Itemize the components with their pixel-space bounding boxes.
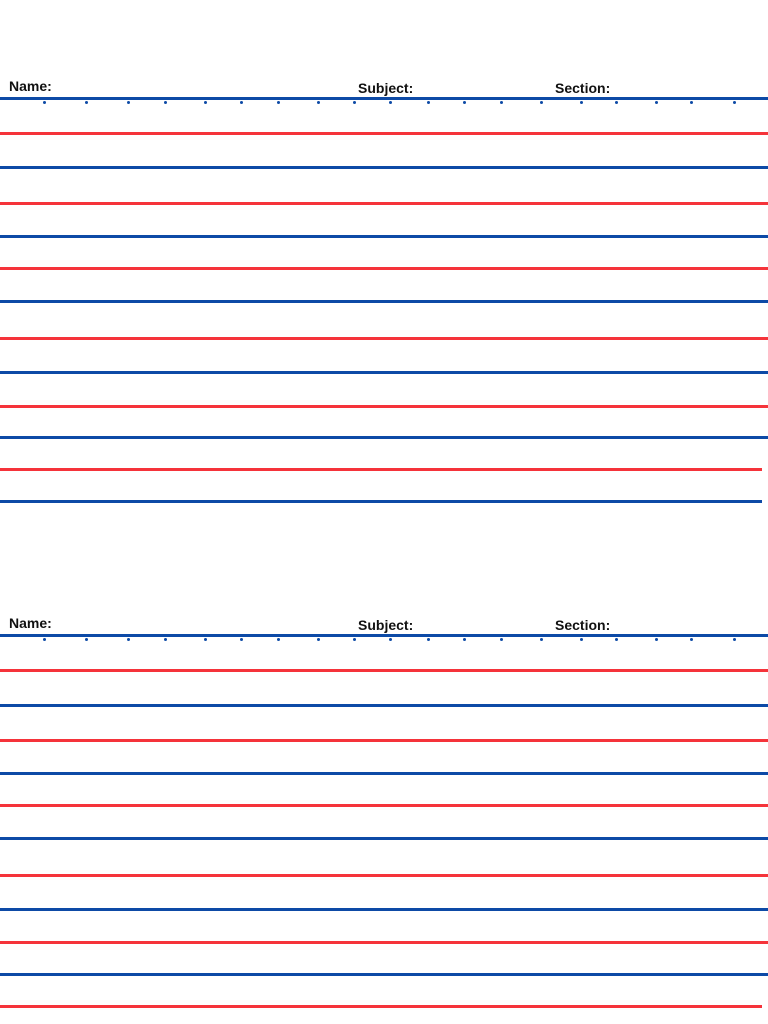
tick-dot [463, 101, 466, 104]
tick-dot [690, 638, 693, 641]
worksheet-bottom: Name: Subject: Section: [0, 0, 768, 633]
blue-guide-line [0, 500, 762, 503]
tick-dot [353, 638, 356, 641]
blue-guide-line [0, 436, 768, 439]
tick-dot [277, 101, 280, 104]
blue-guide-line [0, 371, 768, 374]
blue-guide-line [0, 634, 768, 637]
tick-dot [500, 638, 503, 641]
tick-dot [463, 638, 466, 641]
tick-dot [540, 638, 543, 641]
blue-guide-line [0, 704, 768, 707]
tick-dot [580, 101, 583, 104]
tick-dot [655, 638, 658, 641]
tick-dot [580, 638, 583, 641]
red-guide-line [0, 874, 768, 877]
red-guide-line [0, 468, 762, 471]
red-guide-line [0, 739, 768, 742]
blue-guide-line [0, 300, 768, 303]
tick-dot [389, 101, 392, 104]
red-guide-line [0, 405, 768, 408]
tick-dot [240, 638, 243, 641]
blue-guide-line [0, 772, 768, 775]
tick-dot [43, 101, 46, 104]
red-guide-line [0, 267, 768, 270]
tick-dot [127, 101, 130, 104]
tick-dot [240, 101, 243, 104]
red-guide-line [0, 337, 768, 340]
tick-dot [733, 638, 736, 641]
tick-dot [427, 638, 430, 641]
blue-guide-line [0, 908, 768, 911]
red-guide-line [0, 804, 768, 807]
tick-dot [733, 101, 736, 104]
tick-dot [164, 638, 167, 641]
section-label: Section: [555, 617, 611, 633]
tick-dot [127, 638, 130, 641]
subject-label: Subject: [358, 617, 414, 633]
tick-dot [277, 638, 280, 641]
tick-dot [615, 101, 618, 104]
tick-dot [389, 638, 392, 641]
red-guide-line [0, 132, 768, 135]
blue-guide-line [0, 973, 768, 976]
red-guide-line [0, 202, 768, 205]
blue-guide-line [0, 166, 768, 169]
tick-dot [427, 101, 430, 104]
tick-dot [353, 101, 356, 104]
red-guide-line [0, 669, 768, 672]
tick-dot [204, 638, 207, 641]
tick-dot [540, 101, 543, 104]
tick-dot [85, 638, 88, 641]
tick-dot [615, 638, 618, 641]
tick-dot [164, 101, 167, 104]
tick-dot [85, 101, 88, 104]
tick-dot [655, 101, 658, 104]
tick-dot [317, 101, 320, 104]
blue-guide-line [0, 837, 768, 840]
name-label: Name: [9, 615, 52, 631]
blue-guide-line [0, 235, 768, 238]
tick-dot [43, 638, 46, 641]
red-guide-line [0, 941, 768, 944]
tick-dot [204, 101, 207, 104]
blue-guide-line [0, 97, 768, 100]
red-guide-line [0, 1005, 762, 1008]
tick-dot [500, 101, 503, 104]
tick-dot [690, 101, 693, 104]
tick-dot [317, 638, 320, 641]
